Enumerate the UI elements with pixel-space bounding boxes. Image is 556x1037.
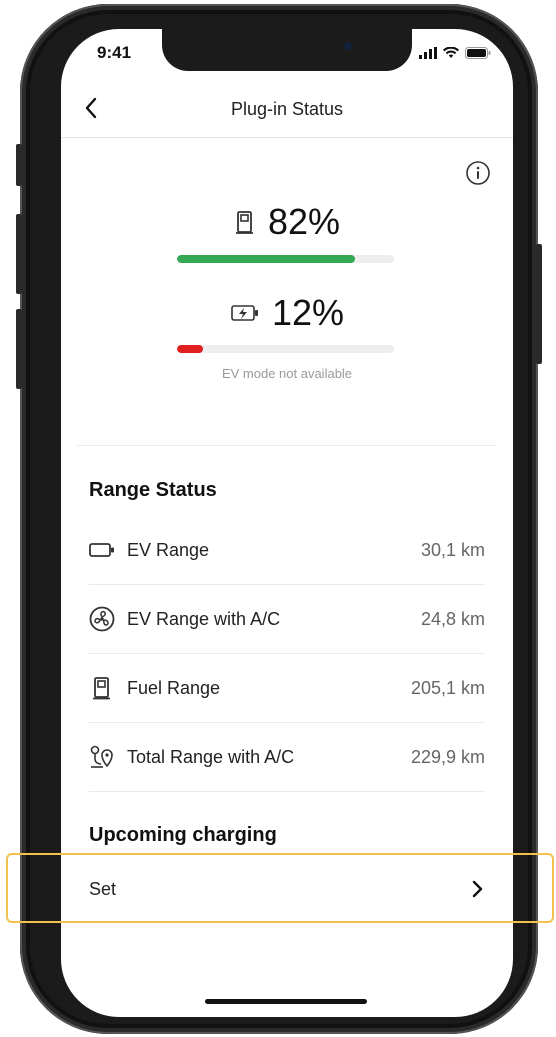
- range-row-total: Total Range with A/C 229,9 km: [89, 723, 485, 792]
- range-label: Total Range with A/C: [127, 746, 295, 767]
- status-icons: [419, 47, 491, 59]
- battery-level-bar: [177, 345, 394, 353]
- range-status-title: Range Status: [89, 479, 217, 501]
- page-title: Plug-in Status: [230, 99, 344, 119]
- range-label: Fuel Range: [127, 677, 221, 698]
- header-divider: [61, 137, 513, 138]
- chevron-right-icon: [472, 880, 483, 898]
- fuel-level-row: 82%: [61, 201, 513, 243]
- upcoming-charging-title: Upcoming charging: [89, 824, 277, 846]
- battery-icon: [89, 543, 114, 557]
- range-value: 24,8 km: [420, 608, 485, 629]
- volume-down-button: [16, 309, 22, 389]
- set-charging-row[interactable]: Set: [89, 847, 485, 931]
- set-label: Set: [89, 878, 117, 899]
- fuel-pump-icon: [93, 677, 110, 700]
- battery-level-row: 12%: [61, 292, 513, 334]
- info-icon[interactable]: [465, 160, 491, 186]
- fuel-level-fill: [177, 255, 355, 263]
- fuel-pump-icon: [235, 211, 253, 234]
- wifi-icon: [443, 47, 459, 58]
- home-indicator: [205, 999, 367, 1004]
- volume-up-button: [16, 214, 22, 294]
- mute-switch: [16, 144, 22, 186]
- range-label: EV Range: [127, 539, 210, 560]
- range-row-ev-ac: EV Range with A/C 24,8 km: [89, 585, 485, 654]
- battery-charge-icon: [231, 305, 258, 321]
- battery-level-fill: [177, 345, 204, 353]
- fuel-percent: 82%: [267, 201, 341, 242]
- signal-icon: [419, 47, 437, 59]
- range-label: EV Range with A/C: [127, 608, 281, 629]
- battery-percent: 12%: [271, 292, 345, 333]
- status-time: 9:41: [97, 43, 132, 62]
- power-button: [536, 244, 542, 364]
- notch: [162, 29, 412, 71]
- app-screen: 9:41 Plug-in Status 82% 12% EV mode not …: [61, 29, 513, 1017]
- ev-mode-note: EV mode not available: [221, 366, 353, 381]
- range-value: 229,9 km: [410, 746, 485, 767]
- range-row-ev: EV Range 30,1 km: [89, 516, 485, 585]
- range-row-fuel: Fuel Range 205,1 km: [89, 654, 485, 723]
- camera-icon: [344, 42, 352, 50]
- range-value: 30,1 km: [420, 539, 485, 560]
- fan-icon: [89, 606, 115, 632]
- battery-status-icon: [465, 47, 491, 59]
- range-value: 205,1 km: [410, 677, 485, 698]
- fuel-level-bar: [177, 255, 394, 263]
- route-pin-icon: [90, 745, 113, 768]
- section-divider: [77, 445, 495, 446]
